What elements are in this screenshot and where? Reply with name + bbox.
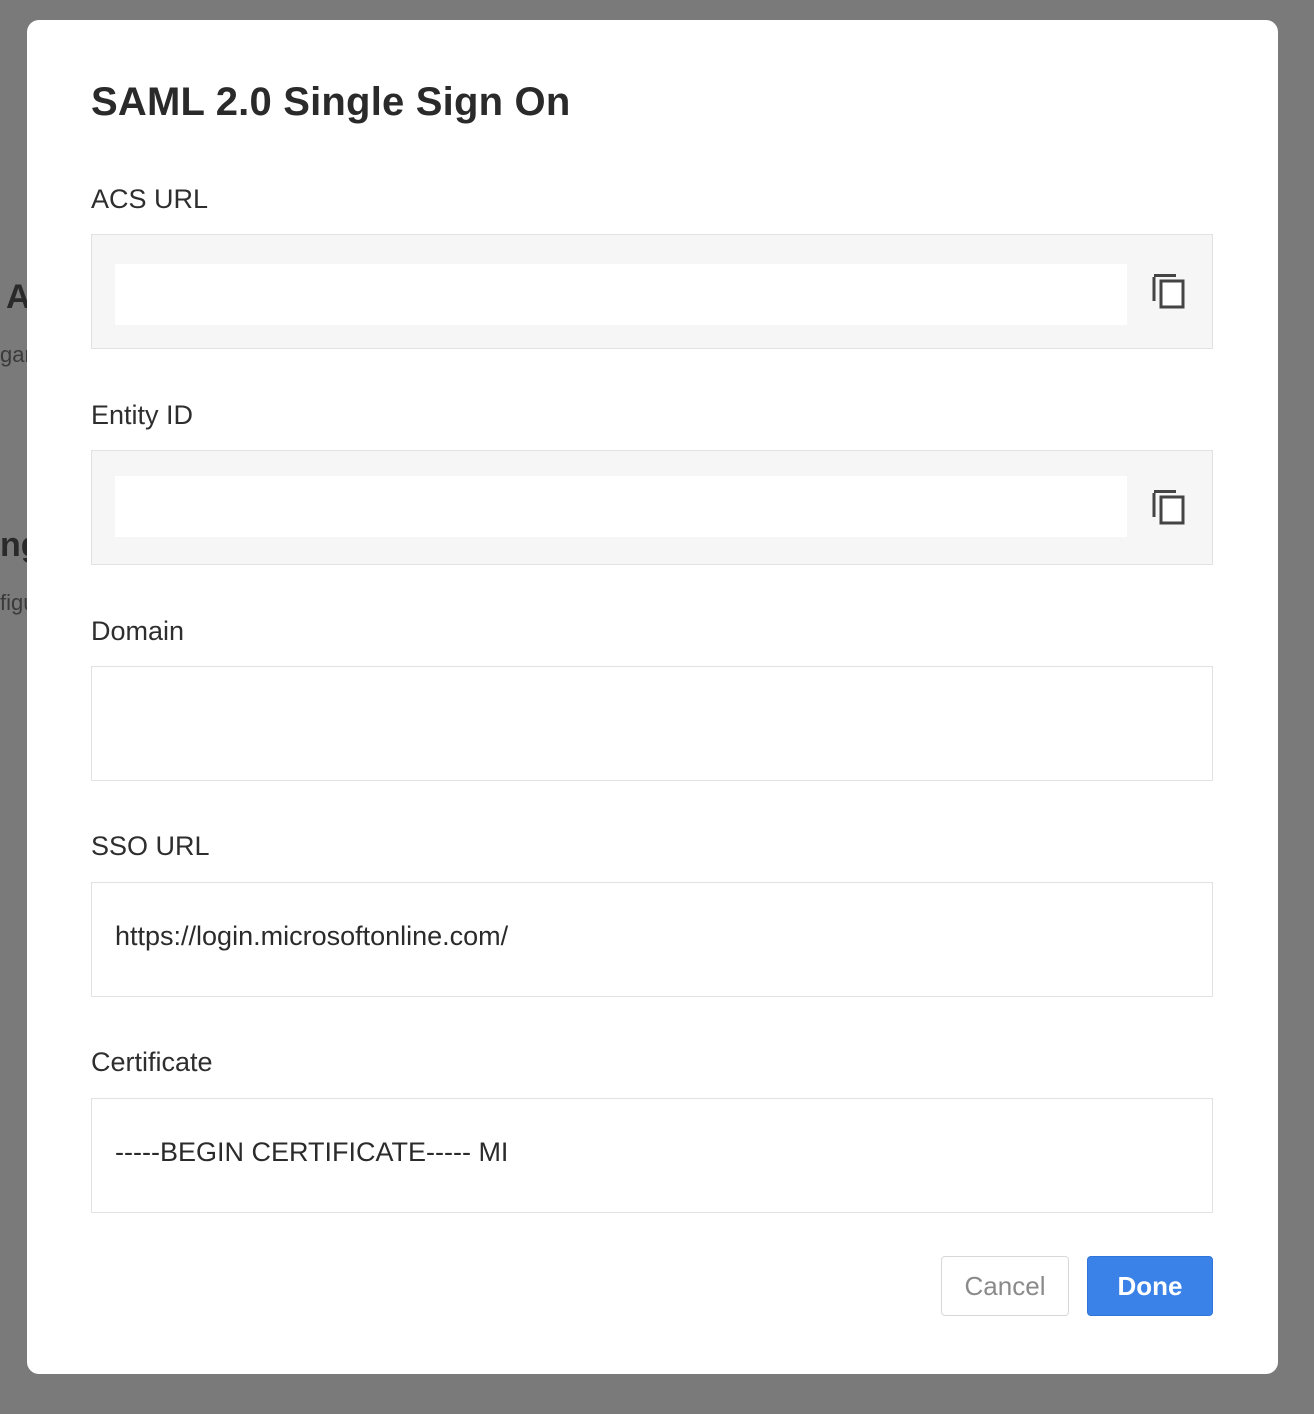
certificate-label: Certificate bbox=[91, 1047, 213, 1077]
background-heading-fragment: ng bbox=[0, 526, 27, 564]
certificate-input[interactable]: -----BEGIN CERTIFICATE----- MI bbox=[91, 1098, 1213, 1213]
modal-title: SAML 2.0 Single Sign On bbox=[91, 80, 571, 124]
background-text-fragment: gar bbox=[0, 342, 27, 367]
sso-url-label: SSO URL bbox=[91, 831, 210, 861]
entity-id-input[interactable] bbox=[115, 476, 1127, 537]
background-text-fragment: figu bbox=[0, 590, 27, 615]
acs-url-field bbox=[91, 234, 1213, 349]
done-button[interactable]: Done bbox=[1087, 1256, 1213, 1316]
acs-url-copy-button[interactable] bbox=[1152, 271, 1188, 311]
sso-url-input[interactable]: https://login.microsoftonline.com/ bbox=[91, 882, 1213, 997]
domain-input[interactable] bbox=[91, 666, 1213, 781]
entity-id-label: Entity ID bbox=[91, 400, 194, 430]
certificate-value: -----BEGIN CERTIFICATE----- MI bbox=[115, 1137, 509, 1167]
entity-id-copy-button[interactable] bbox=[1152, 487, 1188, 527]
copy-icon bbox=[1152, 274, 1185, 309]
domain-label: Domain bbox=[91, 616, 185, 646]
acs-url-label: ACS URL bbox=[91, 184, 209, 214]
cancel-button[interactable]: Cancel bbox=[941, 1256, 1069, 1316]
acs-url-input[interactable] bbox=[115, 264, 1127, 325]
saml-sso-modal: SAML 2.0 Single Sign On ACS URL Entity I… bbox=[27, 20, 1278, 1374]
sso-url-value: https://login.microsoftonline.com/ bbox=[115, 921, 509, 951]
background-heading-fragment: A bbox=[6, 278, 27, 316]
entity-id-field bbox=[91, 450, 1213, 565]
copy-icon bbox=[1152, 490, 1185, 525]
